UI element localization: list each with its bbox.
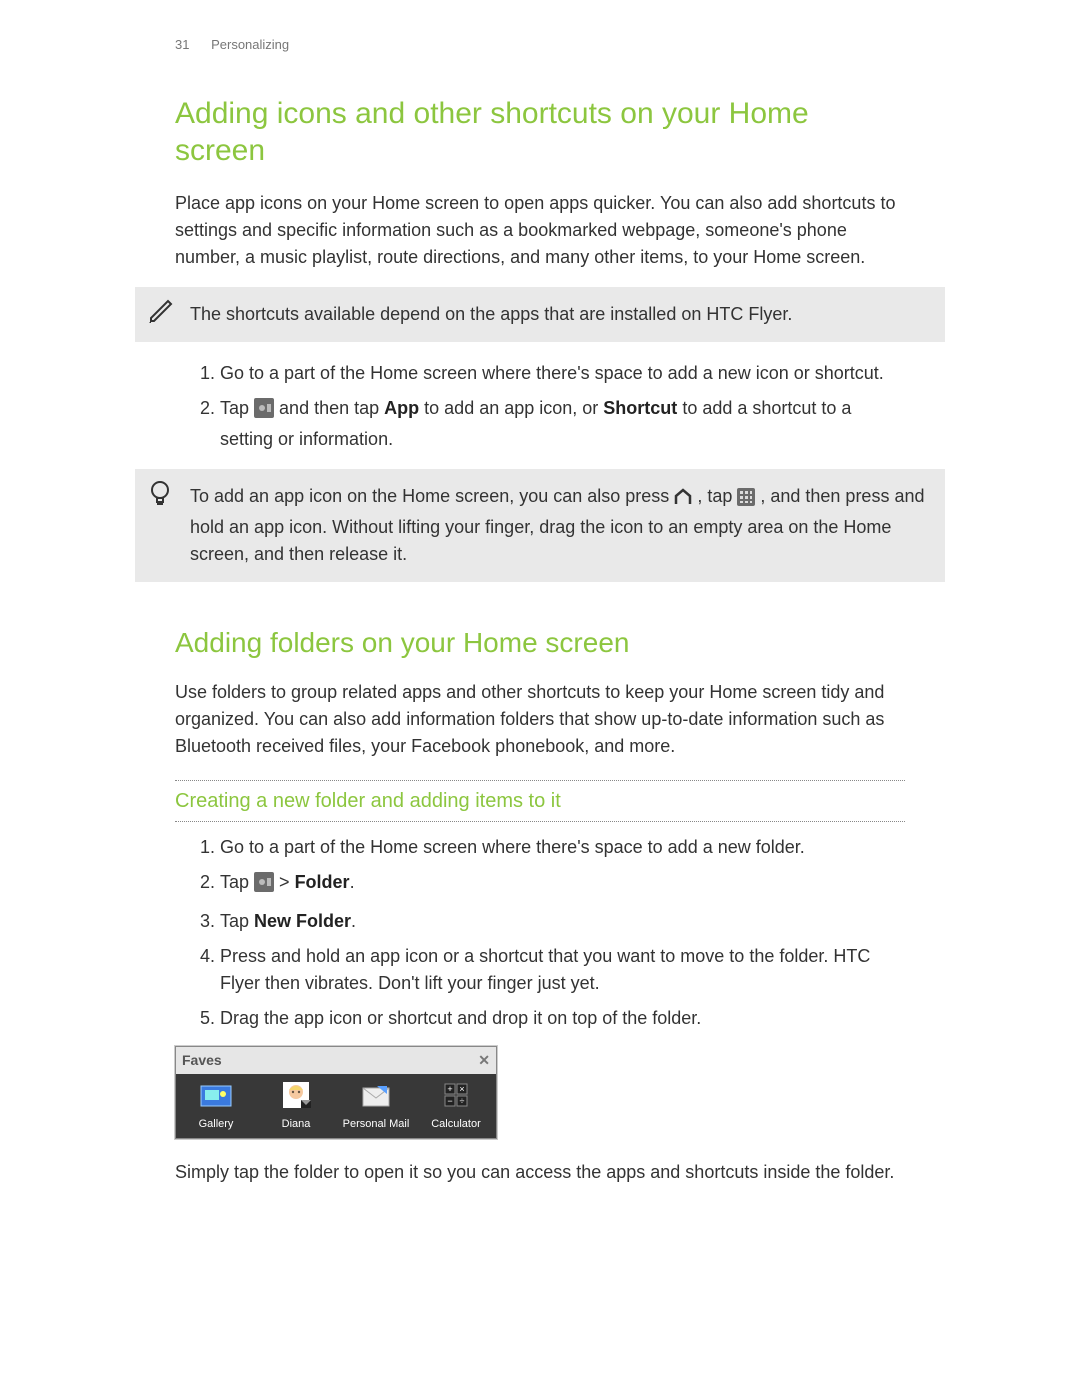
lightbulb-icon xyxy=(147,479,173,517)
gallery-icon xyxy=(199,1082,233,1110)
steps-shortcuts: Go to a part of the Home screen where th… xyxy=(175,360,905,453)
step-text: Drag the app icon or shortcut and drop i… xyxy=(220,1008,701,1028)
step-item: Go to a part of the Home screen where th… xyxy=(220,834,905,861)
svg-text:−: − xyxy=(447,1096,452,1106)
subheading-create-folder: Creating a new folder and adding items t… xyxy=(175,780,905,822)
svg-text:+: + xyxy=(447,1084,452,1094)
step-text: to add an app icon, or xyxy=(424,398,603,418)
heading-folders: Adding folders on your Home screen xyxy=(175,622,905,664)
personalize-icon xyxy=(254,398,274,426)
step-text: > xyxy=(279,872,295,892)
folder-item-label: Personal Mail xyxy=(340,1116,412,1133)
folder-item-label: Calculator xyxy=(420,1116,492,1133)
mail-icon xyxy=(359,1082,393,1110)
note-text: The shortcuts available depend on the ap… xyxy=(190,304,792,324)
step-item: Drag the app icon or shortcut and drop i… xyxy=(220,1005,905,1032)
folder-titlebar: Faves ✕ xyxy=(176,1047,496,1074)
step-text: Tap xyxy=(220,872,254,892)
tip-text-part: To add an app icon on the Home screen, y… xyxy=(190,486,674,506)
steps-folders: Go to a part of the Home screen where th… xyxy=(175,834,905,1032)
folder-title: Faves xyxy=(182,1050,222,1071)
tip-box: To add an app icon on the Home screen, y… xyxy=(135,469,945,582)
step-text: and then tap xyxy=(279,398,384,418)
folder-item-mail: Personal Mail xyxy=(336,1074,416,1139)
avatar-icon xyxy=(279,1082,313,1110)
step-text: Tap xyxy=(220,398,254,418)
newfolder-label: New Folder xyxy=(254,911,351,931)
app-label: App xyxy=(384,398,419,418)
folder-example: Faves ✕ Gallery Diana Personal Mail xyxy=(175,1046,497,1140)
tip-text-part: , tap xyxy=(697,486,737,506)
step-text: Go to a part of the Home screen where th… xyxy=(220,837,805,857)
section-name: Personalizing xyxy=(211,37,289,52)
tip-text: To add an app icon on the Home screen, y… xyxy=(190,486,924,564)
apps-grid-icon xyxy=(737,487,755,514)
svg-text:×: × xyxy=(459,1084,464,1094)
intro-paragraph-1: Place app icons on your Home screen to o… xyxy=(175,190,905,271)
folder-label: Folder xyxy=(295,872,350,892)
home-icon xyxy=(674,487,692,514)
step-item: Go to a part of the Home screen where th… xyxy=(220,360,905,387)
folder-item-contact: Diana xyxy=(256,1074,336,1139)
manual-page: 31 Personalizing Adding icons and other … xyxy=(0,0,1080,1397)
step-text: . xyxy=(351,911,356,931)
folder-item-gallery: Gallery xyxy=(176,1074,256,1139)
step-item: Press and hold an app icon or a shortcut… xyxy=(220,943,905,997)
page-number: 31 xyxy=(175,37,189,52)
folder-item-calculator: + × − ÷ Calculator xyxy=(416,1074,496,1139)
folder-item-label: Diana xyxy=(260,1116,332,1133)
step-text: . xyxy=(350,872,355,892)
after-paragraph: Simply tap the folder to open it so you … xyxy=(175,1159,905,1186)
running-header: 31 Personalizing xyxy=(175,35,905,55)
shortcut-label: Shortcut xyxy=(603,398,677,418)
step-text: Press and hold an app icon or a shortcut… xyxy=(220,946,870,993)
heading-shortcuts: Adding icons and other shortcuts on your… xyxy=(175,95,905,170)
personalize-icon xyxy=(254,872,274,900)
step-text: Tap xyxy=(220,911,254,931)
svg-text:÷: ÷ xyxy=(460,1096,465,1106)
pen-icon xyxy=(147,297,175,333)
calculator-icon: + × − ÷ xyxy=(439,1082,473,1110)
step-text: Go to a part of the Home screen where th… xyxy=(220,363,884,383)
close-icon: ✕ xyxy=(478,1050,490,1071)
note-box-shortcuts: The shortcuts available depend on the ap… xyxy=(135,287,945,342)
step-item: Tap New Folder. xyxy=(220,908,905,935)
step-item: Tap > Folder. xyxy=(220,869,905,900)
folder-item-label: Gallery xyxy=(180,1116,252,1133)
step-item: Tap and then tap App to add an app icon,… xyxy=(220,395,905,453)
folder-body: Gallery Diana Personal Mail + × xyxy=(176,1074,496,1139)
intro-paragraph-2: Use folders to group related apps and ot… xyxy=(175,679,905,760)
